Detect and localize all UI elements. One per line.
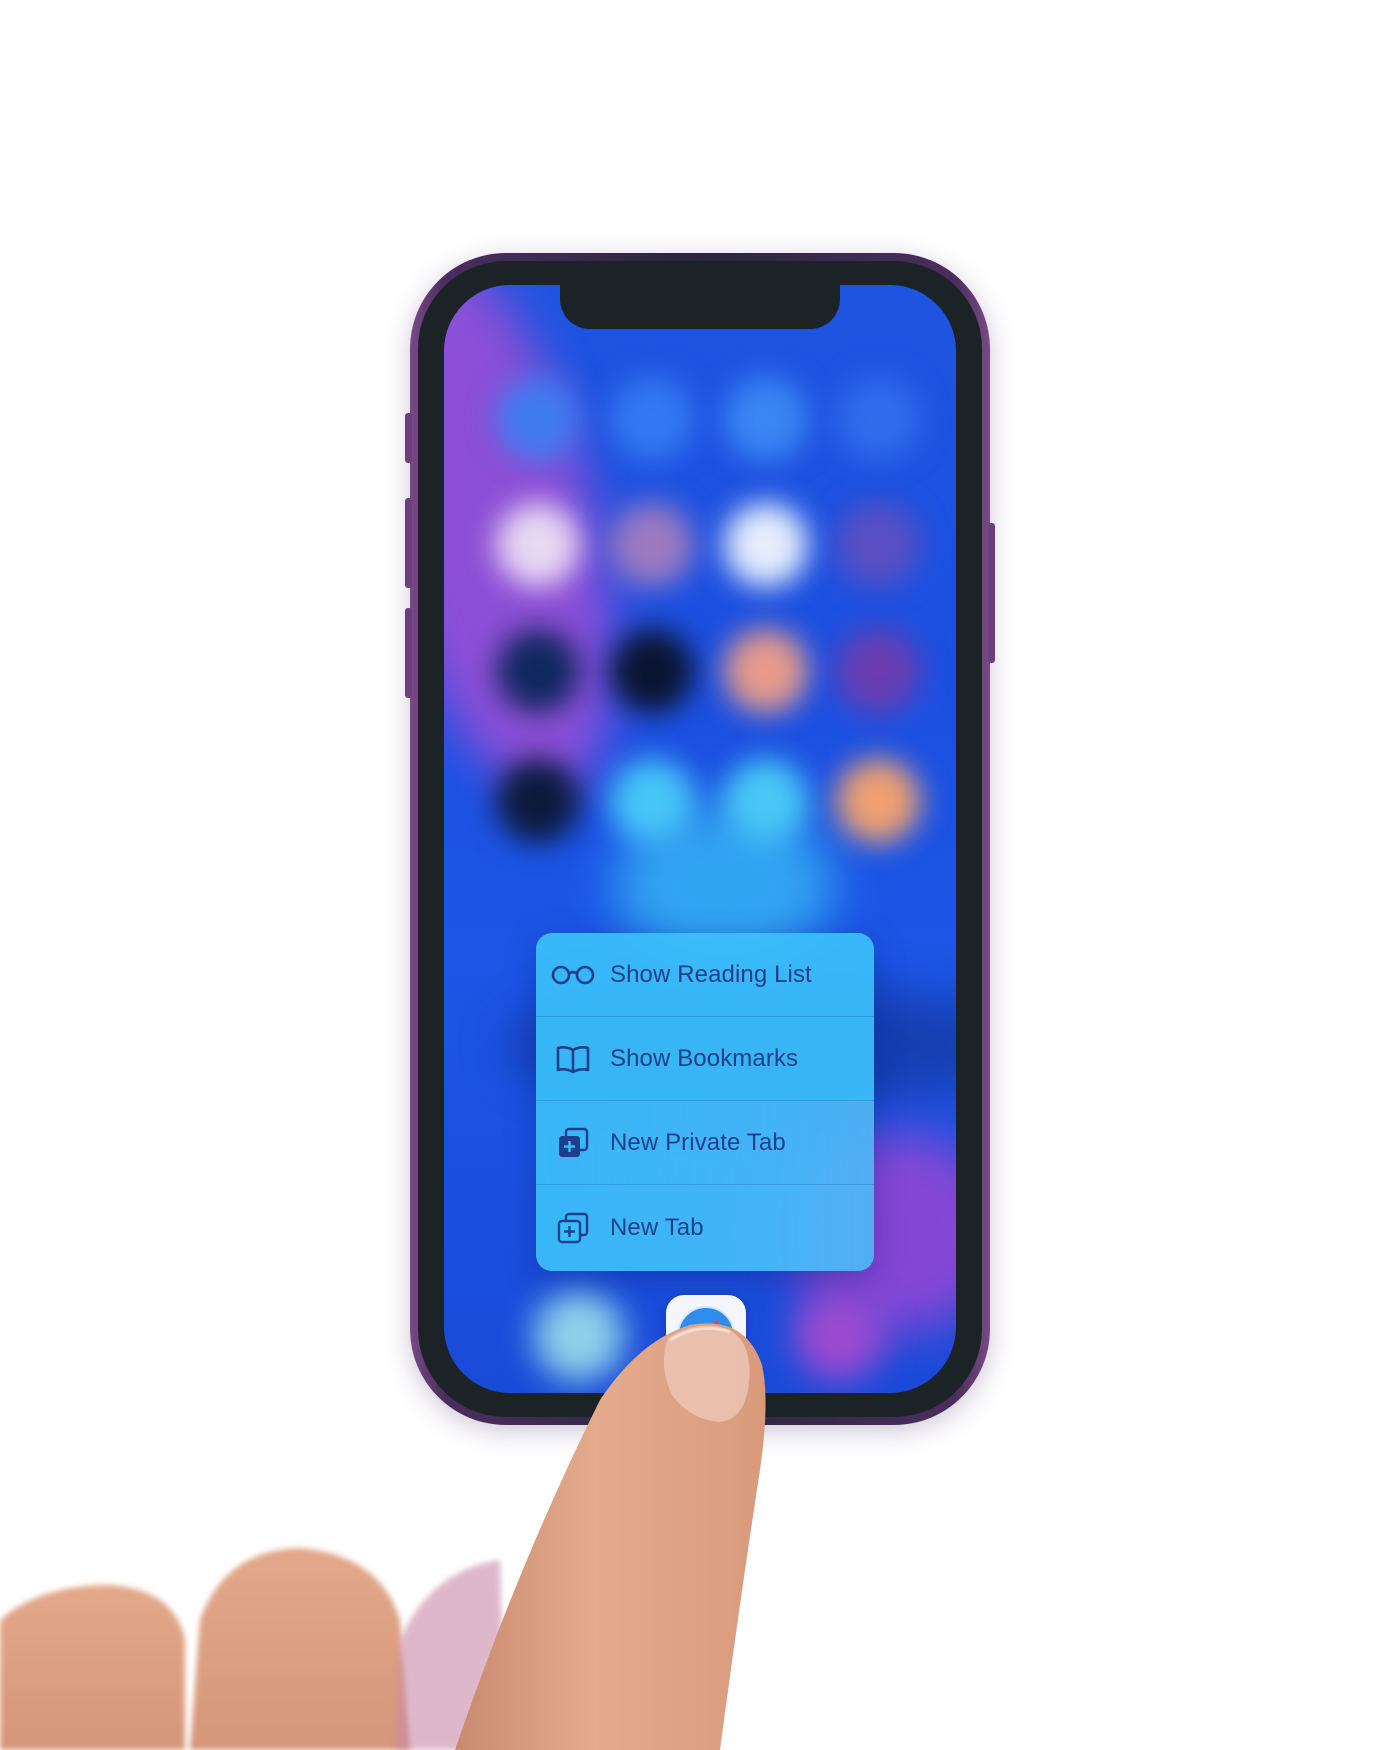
blurred-app-icon[interactable]: [496, 629, 580, 713]
side-button: [988, 523, 995, 663]
quick-action-label: Show Bookmarks: [610, 1044, 799, 1072]
blurred-app-icon[interactable]: [836, 629, 920, 713]
blurred-app-icon[interactable]: [610, 503, 694, 587]
quick-action-label: Show Reading List: [610, 960, 812, 988]
quick-action-show-reading-list[interactable]: Show Reading List: [536, 933, 874, 1017]
blurred-app-icon[interactable]: [836, 759, 920, 843]
blurred-app-icon[interactable]: [610, 377, 694, 461]
blurred-dock-icon[interactable]: [794, 1291, 884, 1381]
glasses-icon: [550, 958, 596, 992]
safari-app-icon[interactable]: [666, 1295, 746, 1375]
quick-action-new-tab[interactable]: New Tab: [536, 1185, 874, 1271]
quick-action-label: New Tab: [610, 1214, 704, 1241]
blurred-app-icon[interactable]: [496, 503, 580, 587]
blurred-app-icon[interactable]: [836, 503, 920, 587]
quick-action-new-private-tab[interactable]: New Private Tab: [536, 1101, 874, 1185]
knuckle: [0, 1585, 185, 1750]
quick-action-show-bookmarks[interactable]: Show Bookmarks: [536, 1017, 874, 1101]
quick-actions-menu: Show Reading List Show Bookmarks New Pri…: [536, 933, 874, 1271]
blurred-app-icon[interactable]: [496, 759, 580, 843]
notch: [560, 285, 840, 329]
silent-switch: [405, 413, 412, 463]
volume-up-button: [405, 498, 412, 588]
book-icon: [550, 1042, 596, 1076]
knuckle-shadow: [395, 1560, 505, 1750]
blurred-app-icon[interactable]: [496, 377, 580, 461]
iphone-device: Show Reading List Show Bookmarks New Pri…: [405, 253, 995, 1425]
volume-down-button: [405, 608, 412, 698]
photo-scene: Show Reading List Show Bookmarks New Pri…: [0, 0, 1400, 1750]
blurred-app-icon[interactable]: [724, 377, 808, 461]
blurred-app-icon[interactable]: [724, 503, 808, 587]
blurred-app-icon[interactable]: [610, 629, 694, 713]
safari-compass-icon: [677, 1306, 735, 1364]
blurred-app-icon[interactable]: [610, 759, 694, 843]
home-screen: Show Reading List Show Bookmarks New Pri…: [444, 285, 956, 1393]
blurred-dock-icon[interactable]: [534, 1291, 624, 1381]
blurred-app-icon[interactable]: [836, 377, 920, 461]
knuckle: [190, 1548, 410, 1750]
blurred-app-icon[interactable]: [724, 629, 808, 713]
new-tab-icon: [550, 1211, 596, 1245]
quick-action-label: New Private Tab: [610, 1128, 786, 1156]
blurred-app-icon[interactable]: [724, 759, 808, 843]
private-tab-icon: [550, 1126, 596, 1160]
